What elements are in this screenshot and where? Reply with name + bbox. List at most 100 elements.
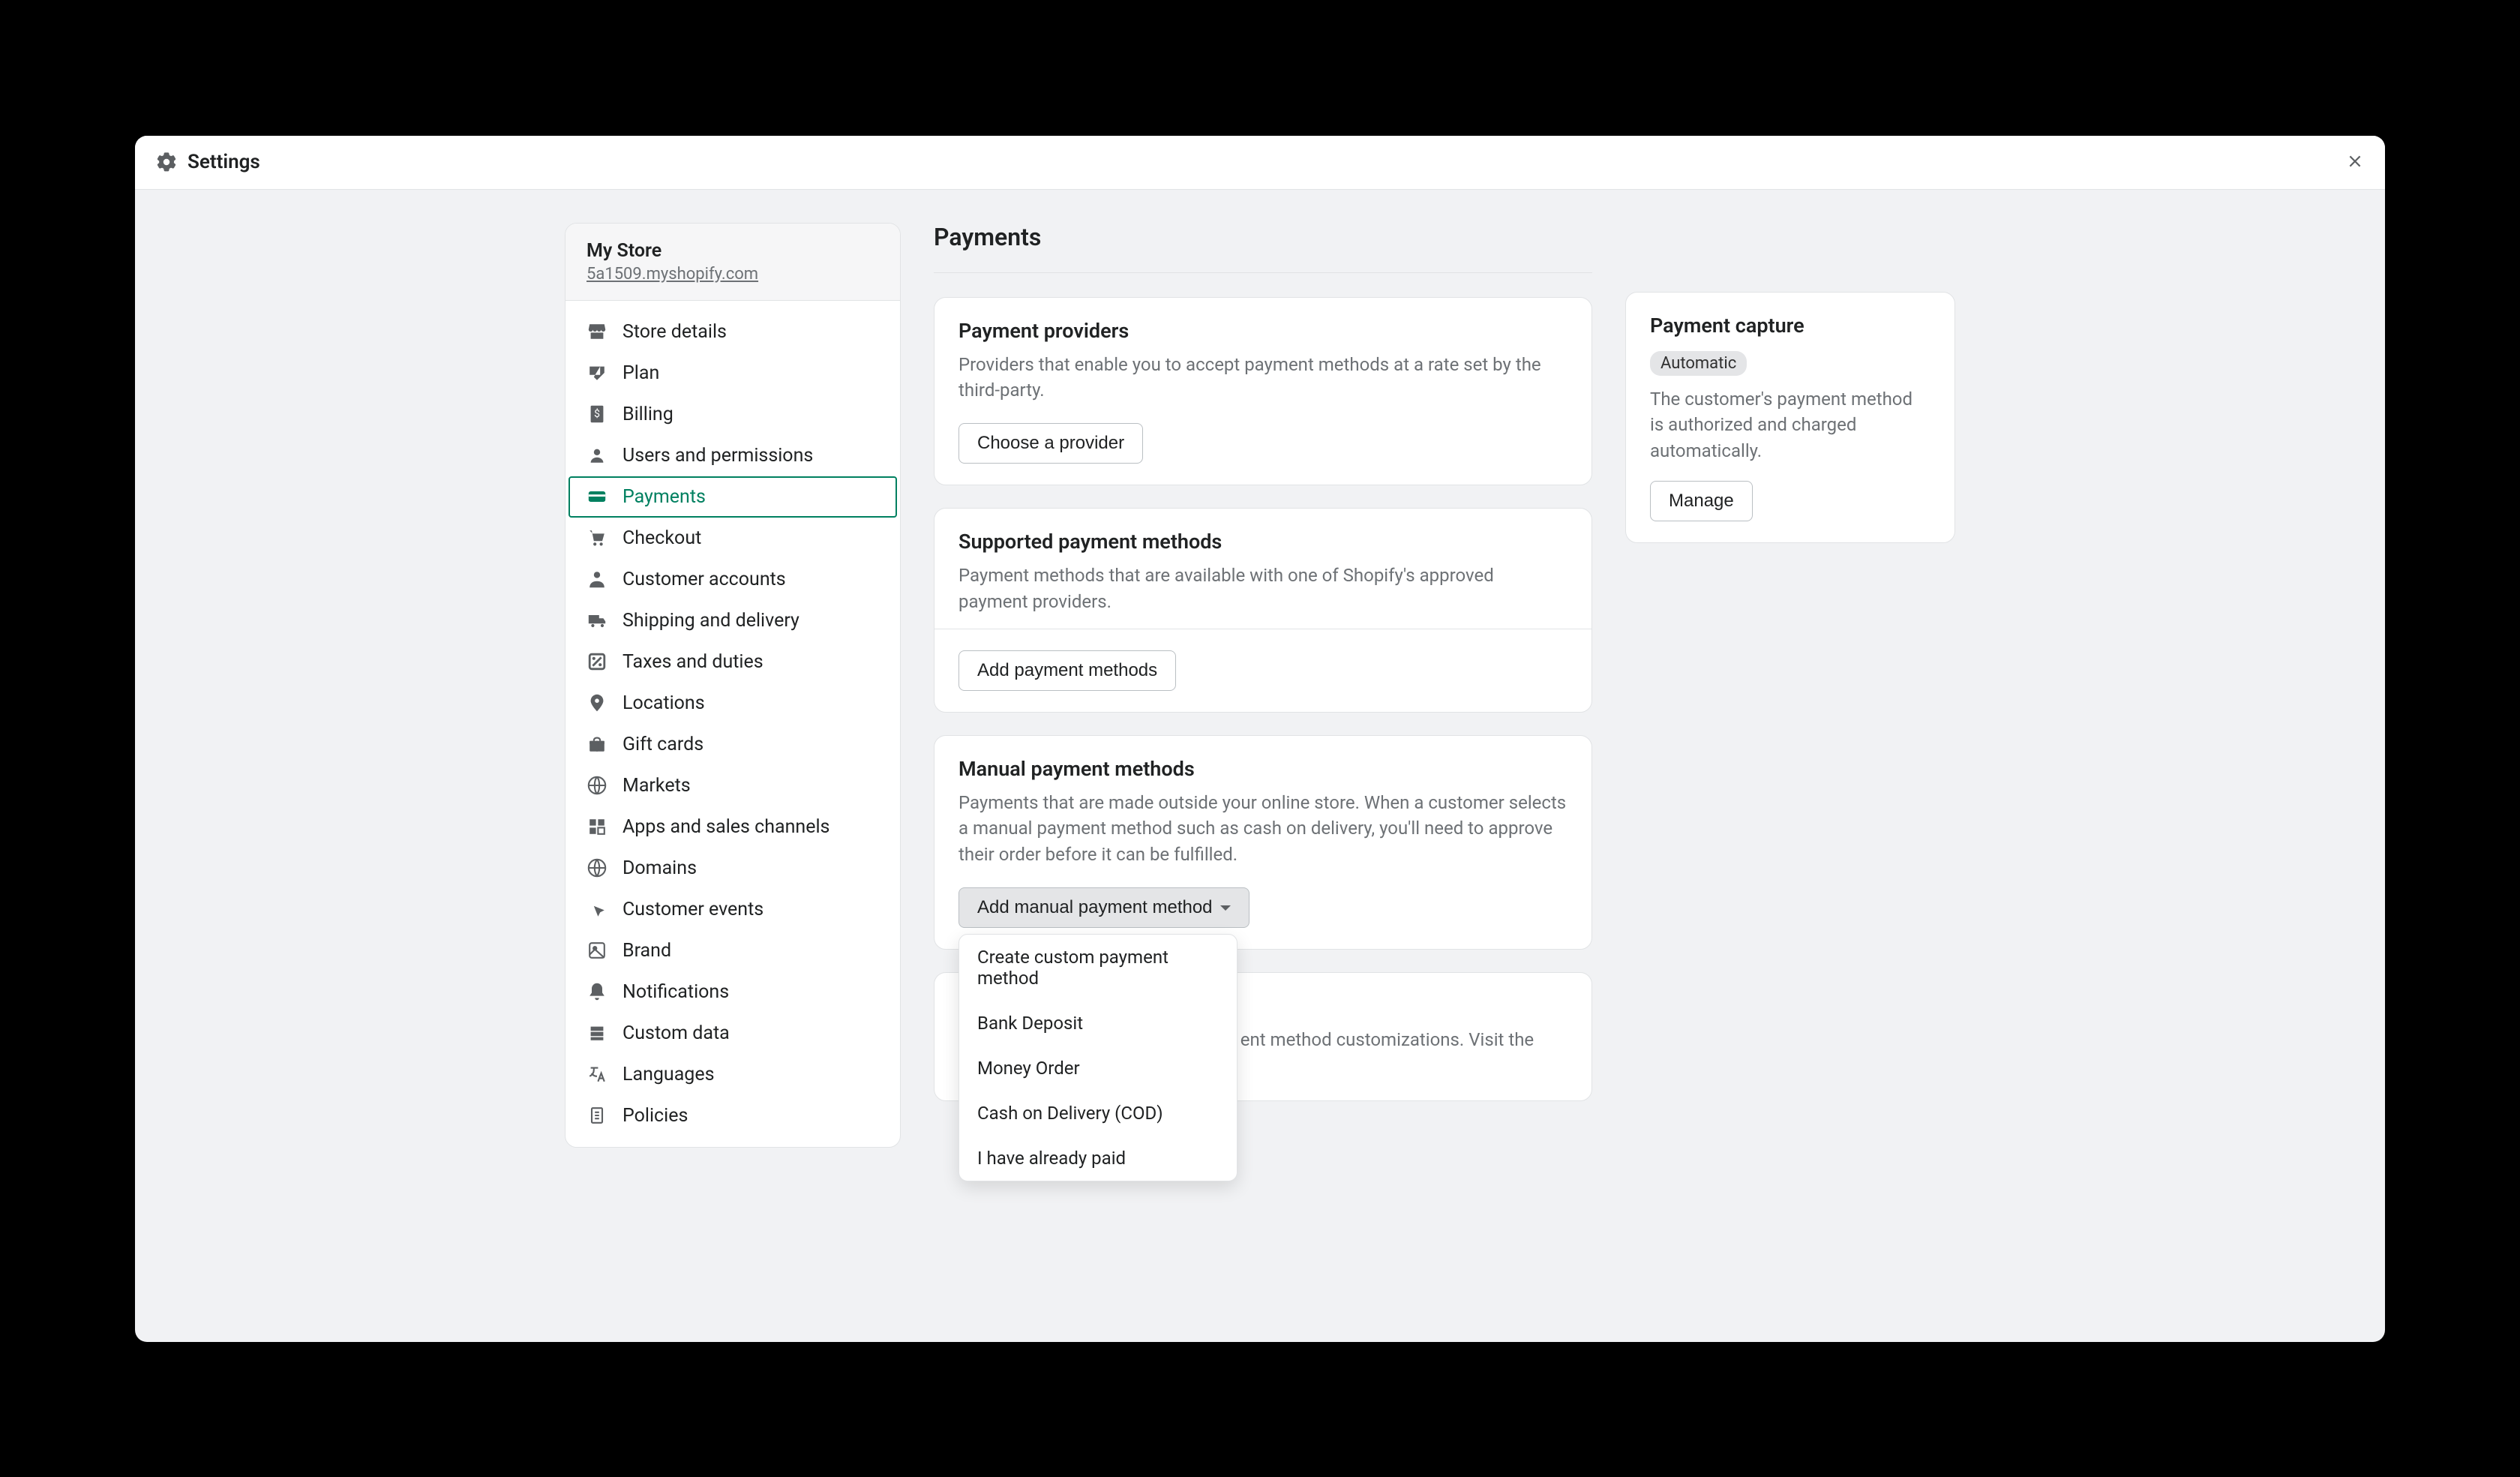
- layers-icon: [586, 1022, 608, 1043]
- sidebar-item-brand[interactable]: Brand: [566, 930, 900, 971]
- sidebar-item-gift-cards[interactable]: Gift cards: [566, 724, 900, 765]
- sidebar-item-policies[interactable]: Policies: [566, 1095, 900, 1136]
- sidebar-item-customer-accounts[interactable]: Customer accounts: [566, 559, 900, 600]
- sidebar-item-label: Customer accounts: [622, 569, 786, 590]
- bell-icon: [586, 981, 608, 1002]
- page-title: Payments: [934, 223, 1592, 273]
- sidebar-item-label: Taxes and duties: [622, 651, 764, 673]
- card-desc: Providers that enable you to accept paym…: [958, 352, 1568, 404]
- settings-modal: Settings My Store 5a1509.myshopify.com S…: [135, 136, 2385, 1342]
- sidebar-item-payments[interactable]: Payments: [568, 476, 897, 518]
- svg-text:$: $: [594, 407, 600, 420]
- gear-icon: [156, 152, 177, 173]
- sidebar-item-shipping[interactable]: Shipping and delivery: [566, 600, 900, 641]
- main-column: Payments Payment providers Providers tha…: [934, 223, 1592, 1124]
- payments-icon: [586, 486, 608, 507]
- caret-down-icon: [1220, 905, 1231, 911]
- capture-desc: The customer's payment method is authori…: [1650, 386, 1930, 464]
- close-button[interactable]: [2340, 147, 2370, 177]
- sidebar-item-label: Users and permissions: [622, 445, 813, 467]
- sidebar-item-label: Store details: [622, 321, 727, 343]
- sidebar-item-label: Locations: [622, 692, 705, 714]
- sidebar-item-label: Gift cards: [622, 734, 704, 755]
- card-desc: Payments that are made outside your onli…: [958, 790, 1568, 868]
- modal-title: Settings: [188, 151, 260, 173]
- apps-icon: [586, 816, 608, 837]
- image-icon: [586, 940, 608, 961]
- close-icon: [2347, 153, 2363, 172]
- sidebar-item-plan[interactable]: Plan: [566, 353, 900, 394]
- sidebar-item-languages[interactable]: Languages: [566, 1054, 900, 1095]
- store-domain-link[interactable]: 5a1509.myshopify.com: [586, 265, 758, 284]
- add-payment-methods-button[interactable]: Add payment methods: [958, 650, 1176, 691]
- sidebar-item-label: Checkout: [622, 527, 701, 549]
- sidebar-item-notifications[interactable]: Notifications: [566, 971, 900, 1013]
- manual-methods-card: Manual payment methods Payments that are…: [934, 735, 1592, 950]
- cursor-click-icon: [586, 899, 608, 920]
- right-column: Payment capture Automatic The customer's…: [1625, 292, 1955, 566]
- layout: My Store 5a1509.myshopify.com Store deta…: [565, 223, 1955, 1309]
- automatic-badge: Automatic: [1650, 351, 1747, 376]
- sidebar-item-label: Domains: [622, 857, 697, 879]
- cart-icon: [586, 527, 608, 548]
- sidebar-item-label: Apps and sales channels: [622, 816, 830, 838]
- sidebar-item-custom-data[interactable]: Custom data: [566, 1013, 900, 1054]
- manual-method-dropdown: Create custom payment method Bank Deposi…: [958, 934, 1238, 1181]
- plan-icon: [586, 362, 608, 383]
- dropdown-item-bank-deposit[interactable]: Bank Deposit: [959, 1001, 1237, 1046]
- store-icon: [586, 321, 608, 342]
- globe-icon: [586, 775, 608, 796]
- add-manual-method-button[interactable]: Add manual payment method: [958, 887, 1250, 928]
- person-icon: [586, 569, 608, 590]
- sidebar: My Store 5a1509.myshopify.com Store deta…: [565, 223, 901, 1148]
- sidebar-item-label: Plan: [622, 362, 659, 384]
- truck-icon: [586, 610, 608, 631]
- sidebar-item-store-details[interactable]: Store details: [566, 311, 900, 353]
- globe2-icon: [586, 857, 608, 878]
- sidebar-item-label: Billing: [622, 404, 674, 425]
- sidebar-item-taxes[interactable]: Taxes and duties: [566, 641, 900, 683]
- billing-icon: $: [586, 404, 608, 425]
- card-title: Payment providers: [958, 319, 1568, 343]
- card-subtitle: Payment methods that are available with …: [958, 563, 1568, 615]
- gift-icon: [586, 734, 608, 755]
- modal-body: My Store 5a1509.myshopify.com Store deta…: [135, 190, 2385, 1342]
- sidebar-item-label: Customer events: [622, 899, 764, 920]
- pin-icon: [586, 692, 608, 713]
- sidebar-item-users[interactable]: Users and permissions: [566, 435, 900, 476]
- language-icon: [586, 1064, 608, 1085]
- modal-header: Settings: [135, 136, 2385, 190]
- sidebar-item-label: Notifications: [622, 981, 729, 1003]
- sidebar-item-apps[interactable]: Apps and sales channels: [566, 806, 900, 848]
- sidebar-item-checkout[interactable]: Checkout: [566, 518, 900, 559]
- dropdown-item-cod[interactable]: Cash on Delivery (COD): [959, 1091, 1237, 1136]
- sidebar-item-label: Custom data: [622, 1022, 730, 1044]
- card-title: Manual payment methods: [958, 757, 1568, 781]
- choose-provider-button[interactable]: Choose a provider: [958, 423, 1143, 464]
- sidebar-item-label: Brand: [622, 940, 671, 962]
- dropdown-item-custom[interactable]: Create custom payment method: [959, 935, 1237, 1001]
- sidebar-item-label: Markets: [622, 775, 691, 797]
- sidebar-item-customer-events[interactable]: Customer events: [566, 889, 900, 930]
- sidebar-item-label: Shipping and delivery: [622, 610, 800, 632]
- card-title: Payment capture: [1650, 314, 1930, 338]
- sidebar-item-billing[interactable]: $ Billing: [566, 394, 900, 435]
- dropdown-item-already-paid[interactable]: I have already paid: [959, 1136, 1237, 1181]
- user-icon: [586, 445, 608, 466]
- sidebar-item-label: Policies: [622, 1105, 688, 1127]
- payment-providers-card: Payment providers Providers that enable …: [934, 297, 1592, 486]
- dropdown-item-money-order[interactable]: Money Order: [959, 1046, 1237, 1091]
- sidebar-item-label: Payments: [622, 486, 706, 508]
- card-title: Supported payment methods: [958, 530, 1568, 554]
- sidebar-list: Store details Plan $ Billing Users and pe…: [566, 301, 900, 1147]
- payment-capture-card: Payment capture Automatic The customer's…: [1625, 292, 1955, 543]
- percent-icon: [586, 651, 608, 672]
- sidebar-item-locations[interactable]: Locations: [566, 683, 900, 724]
- sidebar-item-label: Languages: [622, 1064, 715, 1085]
- store-name: My Store: [586, 240, 879, 262]
- sidebar-item-markets[interactable]: Markets: [566, 765, 900, 806]
- supported-methods-card: Supported payment methods Payment method…: [934, 508, 1592, 713]
- manage-capture-button[interactable]: Manage: [1650, 481, 1753, 521]
- button-label: Add manual payment method: [977, 897, 1213, 918]
- sidebar-item-domains[interactable]: Domains: [566, 848, 900, 889]
